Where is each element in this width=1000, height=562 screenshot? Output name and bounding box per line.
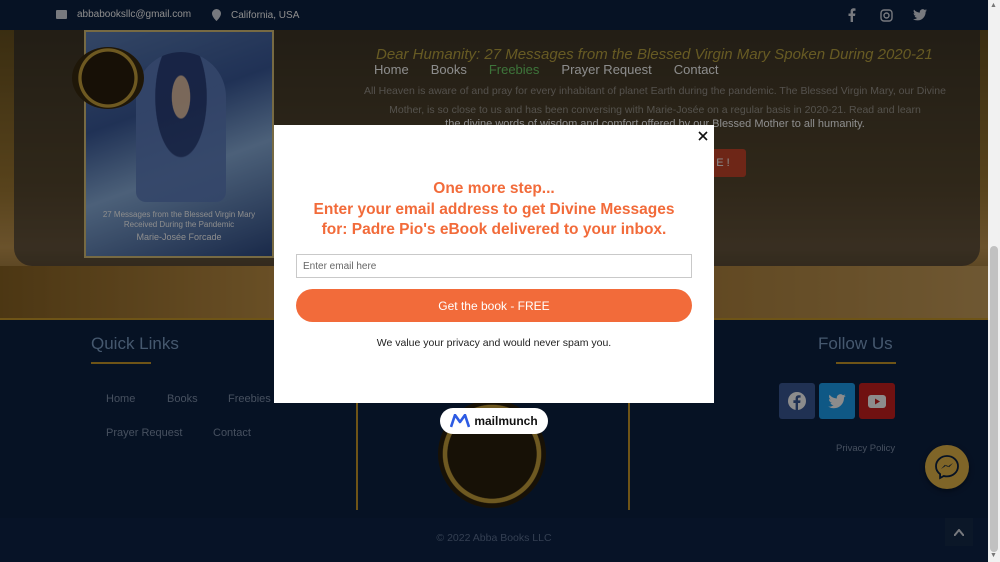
mailmunch-badge[interactable]: mailmunch	[440, 408, 548, 434]
modal-title-line-3: for: Padre Pio's eBook delivered to your…	[321, 221, 667, 238]
modal-title: One more step... Enter your email addres…	[274, 179, 714, 241]
scroll-down-arrow-icon[interactable]: ▼	[990, 552, 997, 559]
page-scrollbar[interactable]: ▲ ▼	[988, 0, 1000, 562]
modal-title-line-2: Enter your email address to get Divine M…	[313, 200, 675, 218]
close-modal-button[interactable]	[696, 129, 710, 143]
page: abbabooksllc@gmail.com California, USA 2…	[0, 0, 1000, 562]
mailmunch-badge-text: mailmunch	[474, 414, 538, 428]
mailmunch-logo-icon	[450, 414, 471, 428]
email-input[interactable]	[296, 254, 692, 278]
close-icon	[698, 131, 708, 141]
email-signup-modal: One more step... Enter your email addres…	[274, 125, 714, 403]
get-book-button[interactable]: Get the book - FREE	[296, 289, 692, 322]
privacy-note: We value your privacy and would never sp…	[376, 337, 612, 349]
scrollbar-thumb[interactable]	[990, 246, 998, 552]
modal-title-line-1: One more step...	[433, 180, 555, 197]
scroll-up-arrow-icon[interactable]: ▲	[990, 2, 997, 9]
